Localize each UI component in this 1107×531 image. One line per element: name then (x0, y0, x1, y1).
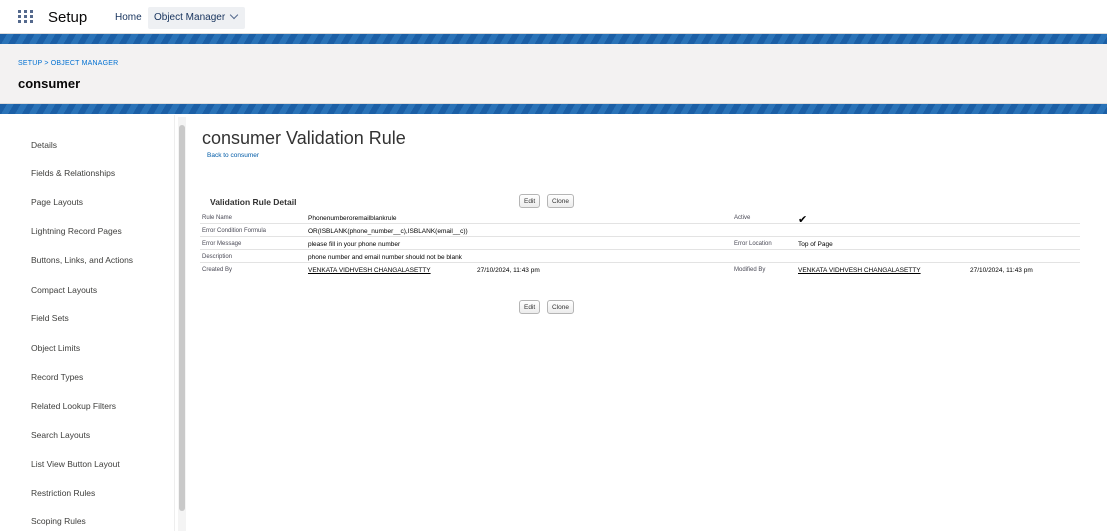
error-message-label: Error Message (202, 241, 242, 247)
detail-row-error-message: Error Message please fill in your phone … (200, 238, 1080, 250)
sidebar-item-search-layouts[interactable]: Search Layouts (31, 430, 90, 440)
detail-row-rule-name: Rule Name Phonenumberoremailblankrule Ac… (200, 212, 1080, 226)
object-title: consumer (18, 76, 81, 91)
edit-button-bottom[interactable]: Edit (519, 300, 541, 314)
sidebar-item-field-sets[interactable]: Field Sets (31, 313, 69, 323)
sidebar-item-object-limits[interactable]: Object Limits (31, 343, 80, 353)
object-sidebar: Details Fields & Relationships Page Layo… (10, 115, 175, 531)
header-banner-bottom (0, 104, 1107, 114)
back-to-consumer-link[interactable]: Back to consumer (207, 152, 259, 159)
tab-object-manager-label: Object Manager (154, 12, 226, 23)
sidebar-item-list-view-button-layout[interactable]: List View Button Layout (31, 459, 120, 469)
sidebar-item-buttons-links-actions[interactable]: Buttons, Links, and Actions (31, 255, 133, 265)
created-by-date: 27/10/2024, 11:43 pm (477, 267, 540, 274)
rule-name-value: Phonenumberoremailblankrule (308, 215, 397, 222)
sidebar-item-compact-layouts[interactable]: Compact Layouts (31, 285, 97, 295)
sidebar-item-restriction-rules[interactable]: Restriction Rules (31, 488, 95, 498)
sidebar-item-record-types[interactable]: Record Types (31, 372, 83, 382)
page-title: consumer Validation Rule (202, 128, 406, 148)
modified-by-date: 27/10/2024, 11:43 pm (970, 267, 1033, 274)
detail-row-created-modified: Created By VENKATA VIDHVESH CHANGALASETT… (200, 264, 1080, 276)
header-banner-top (0, 34, 1107, 44)
sidebar-item-fields-relationships[interactable]: Fields & Relationships (31, 168, 115, 178)
created-by-label: Created By (202, 267, 233, 273)
object-header: SETUP > OBJECT MANAGER consumer (0, 44, 1107, 104)
active-label: Active (734, 215, 751, 221)
error-message-value: please fill in your phone number (308, 241, 401, 248)
detail-row-description: Description phone number and email numbe… (200, 251, 1080, 263)
modified-by-label: Modified By (734, 267, 766, 273)
clone-button-top[interactable]: Clone (547, 194, 574, 208)
section-title: Validation Rule Detail (210, 197, 297, 207)
modified-by-user-link[interactable]: VENKATA VIDHVESH CHANGALASETTY (798, 267, 921, 274)
sidebar-item-scoping-rules[interactable]: Scoping Rules (31, 516, 86, 526)
sidebar-item-details[interactable]: Details (31, 140, 57, 150)
description-value: phone number and email number should not… (308, 254, 462, 261)
created-by-user-link[interactable]: VENKATA VIDHVESH CHANGALASETTY (308, 267, 431, 274)
sidebar-item-lightning-record-pages[interactable]: Lightning Record Pages (31, 226, 122, 236)
error-location-value: Top of Page (798, 241, 833, 248)
error-condition-value: OR(ISBLANK(phone_number__c),ISBLANK(emai… (308, 228, 468, 235)
sidebar-scroll-thumb[interactable] (179, 125, 185, 511)
edit-button-top[interactable]: Edit (519, 194, 541, 208)
app-title: Setup (48, 9, 88, 26)
rule-name-label: Rule Name (202, 215, 233, 221)
clone-button-bottom[interactable]: Clone (547, 300, 574, 314)
app-launcher-icon[interactable] (18, 10, 34, 24)
detail-row-error-condition: Error Condition Formula OR(ISBLANK(phone… (200, 225, 1080, 237)
error-location-label: Error Location (734, 241, 772, 247)
error-condition-label: Error Condition Formula (202, 228, 267, 234)
sidebar-item-page-layouts[interactable]: Page Layouts (31, 197, 83, 207)
global-nav-bar: Setup Home Object Manager (0, 0, 1107, 34)
chevron-down-icon[interactable] (229, 10, 239, 20)
tab-object-manager[interactable]: Object Manager (148, 7, 246, 29)
breadcrumb[interactable]: SETUP > OBJECT MANAGER (18, 60, 118, 67)
description-label: Description (202, 254, 233, 260)
tab-home[interactable]: Home (115, 12, 142, 23)
sidebar-item-related-lookup-filters[interactable]: Related Lookup Filters (31, 401, 116, 411)
